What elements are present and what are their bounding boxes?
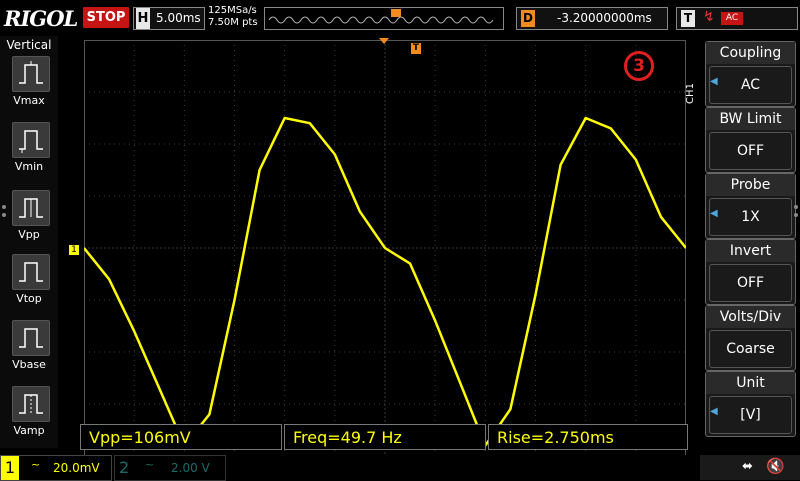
- panel-page-dot-icon: [2, 205, 6, 209]
- menu-arrow-icon: ◀: [710, 208, 718, 219]
- menu-title: Coupling: [706, 42, 795, 64]
- menu-volts-div[interactable]: Volts/Div Coarse: [705, 305, 796, 371]
- channel-2-status[interactable]: 2 ~ 2.00 V: [114, 455, 226, 481]
- waveform-memory-bar[interactable]: [264, 7, 504, 30]
- menu-title: Probe: [706, 174, 795, 196]
- menu-value: OFF: [709, 264, 792, 302]
- menu-title: Volts/Div: [706, 306, 795, 328]
- channel-number: 2: [119, 458, 130, 477]
- memory-overview-icon: [268, 9, 494, 24]
- waveform-display[interactable]: [84, 40, 686, 456]
- menu-title: Unit: [706, 372, 795, 394]
- horizontal-key: H: [136, 8, 150, 29]
- menu-invert[interactable]: Invert OFF: [705, 239, 796, 305]
- vtop-icon: [12, 254, 50, 290]
- measure-label: Vamp: [13, 424, 45, 437]
- trigger-point-icon: T: [411, 43, 421, 54]
- menu-bw-limit[interactable]: BW Limit OFF: [705, 107, 796, 173]
- menu-coupling[interactable]: Coupling AC ◀: [705, 41, 796, 107]
- run-stop-button[interactable]: STOP: [83, 7, 129, 28]
- usb-icon: ⬌: [742, 459, 753, 474]
- trigger-key: T: [681, 10, 695, 27]
- vbase-icon: [12, 320, 50, 356]
- trigger-position-icon: [379, 38, 389, 44]
- menu-arrow-icon: ◀: [710, 406, 718, 417]
- measure-item-vbase[interactable]: Vbase: [0, 320, 58, 386]
- trigger-display[interactable]: T ↯ AC: [676, 7, 798, 30]
- ac-coupling-icon: ~: [145, 458, 155, 471]
- measure-item-vmax[interactable]: Vmax: [0, 56, 58, 122]
- delay-key: D: [521, 10, 535, 27]
- vmin-icon: [12, 122, 50, 158]
- measurement-vpp: Vpp=106mV: [80, 424, 282, 450]
- menu-probe[interactable]: Probe 1X ◀: [705, 173, 796, 239]
- measure-item-vtop[interactable]: Vtop: [0, 254, 58, 320]
- measurement-freq: Freq=49.7 Hz: [284, 424, 486, 450]
- measure-label: Vtop: [16, 292, 42, 305]
- measure-label: Vbase: [12, 358, 46, 371]
- channel-tab-label: CH1: [684, 83, 696, 104]
- menu-title: BW Limit: [706, 108, 795, 130]
- menu-value: 1X: [709, 198, 792, 236]
- vpp-icon: [12, 190, 50, 226]
- channel-menu-tab: CH1: [684, 60, 700, 130]
- panel-page-dot-icon: [2, 213, 6, 217]
- step-number-badge: 3: [624, 51, 654, 81]
- channel-1-status[interactable]: 1 ~ 20.0mV: [0, 455, 112, 481]
- measure-label: Vpp: [18, 228, 40, 241]
- ac-coupling-icon: ~: [31, 458, 41, 471]
- horizontal-timebase[interactable]: H 5.00ms: [133, 7, 205, 30]
- timebase-value: 5.00ms: [156, 11, 201, 25]
- measure-item-vpp[interactable]: Vpp: [0, 190, 58, 256]
- rising-edge-icon: ↯: [703, 9, 715, 25]
- menu-value: Coarse: [709, 330, 792, 368]
- channel-number: 1: [1, 456, 19, 480]
- measure-label: Vmin: [14, 160, 44, 173]
- measure-label: Vmax: [13, 94, 45, 107]
- menu-page-dot-icon: [794, 213, 798, 217]
- measure-item-vamp[interactable]: Vamp: [0, 386, 58, 452]
- trigger-source: AC: [721, 12, 743, 25]
- measure-panel-title: Vertical: [6, 38, 52, 52]
- vmax-icon: [12, 56, 50, 92]
- menu-arrow-icon: ◀: [710, 76, 718, 87]
- menu-title: Invert: [706, 240, 795, 262]
- channel-scale: 20.0mV: [53, 461, 100, 475]
- sample-rate: 125MSa/s: [208, 5, 257, 16]
- menu-value: OFF: [709, 132, 792, 170]
- delay-value: -3.20000000ms: [557, 11, 652, 25]
- channel-scale: 2.00 V: [171, 461, 210, 475]
- measurement-rise: Rise=2.750ms: [488, 424, 688, 450]
- channel-1-offset-marker[interactable]: 1: [69, 245, 79, 255]
- delay-display[interactable]: D -3.20000000ms: [516, 7, 668, 30]
- measure-item-vmin[interactable]: Vmin: [0, 122, 58, 188]
- menu-value: AC: [709, 66, 792, 104]
- speaker-muted-icon[interactable]: 🔇: [766, 457, 785, 475]
- brand-logo: RIGOL: [4, 6, 78, 31]
- acquisition-info: 125MSa/s 7.50M pts: [208, 5, 258, 29]
- menu-unit[interactable]: Unit [V] ◀: [705, 371, 796, 437]
- memory-depth: 7.50M pts: [208, 17, 258, 28]
- vamp-icon: [12, 386, 50, 422]
- menu-page-dot-icon: [794, 205, 798, 209]
- menu-value: [V]: [709, 396, 792, 434]
